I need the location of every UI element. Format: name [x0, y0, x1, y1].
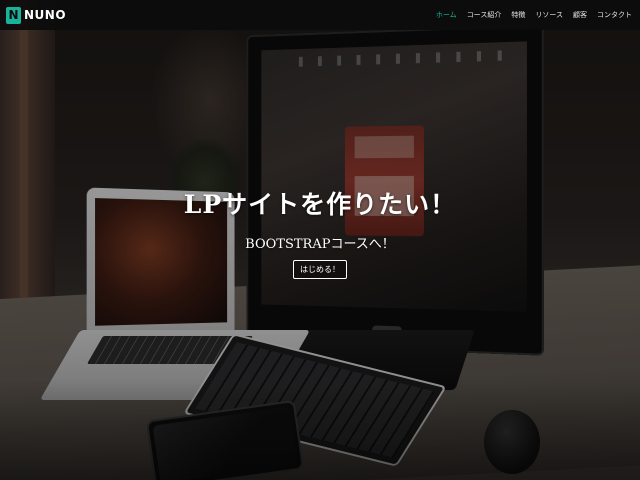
navbar: N NUNO ホーム コース紹介 特徴 リソース 顧客 コンタクト [0, 0, 640, 30]
brand-link[interactable]: N NUNO [6, 6, 67, 24]
start-button[interactable]: はじめる！ [293, 260, 347, 279]
brand-logo-letter: N [8, 8, 19, 22]
brand-name: NUNO [24, 8, 67, 22]
nav-link-home[interactable]: ホーム [436, 10, 457, 20]
nav-link-resources[interactable]: リソース [535, 10, 563, 20]
nav-link-courses[interactable]: コース紹介 [467, 10, 502, 20]
nav-link-contact[interactable]: コンタクト [597, 10, 632, 20]
brand-logo-icon: N [6, 6, 21, 24]
nav-links: ホーム コース紹介 特徴 リソース 顧客 コンタクト [436, 10, 632, 20]
hero-title: LPサイトを作りたい！ [183, 190, 457, 219]
nav-link-customers[interactable]: 顧客 [573, 10, 587, 20]
hero-subtitle: BOOTSTRAPコースへ！ [245, 237, 395, 252]
nav-link-features[interactable]: 特徴 [511, 10, 525, 20]
hero-section: LPサイトを作りたい！ BOOTSTRAPコースへ！ はじめる！ [0, 185, 640, 279]
